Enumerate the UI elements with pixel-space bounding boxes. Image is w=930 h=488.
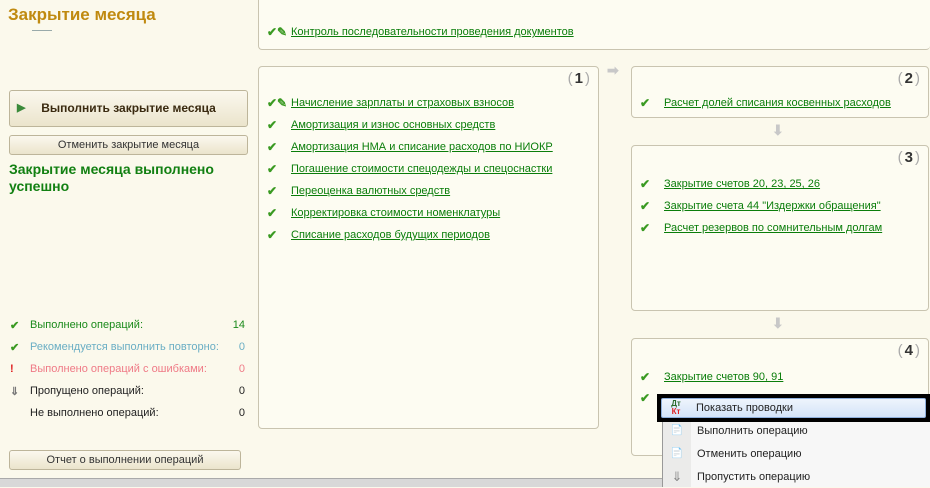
- menu-item-show-postings[interactable]: Дт Кт Показать проводки: [657, 394, 930, 422]
- report-button[interactable]: Отчет о выполнении операций: [9, 450, 241, 470]
- menu-item-run-operation[interactable]: 📄 Выполнить операцию: [663, 419, 930, 442]
- check-icon: ✔: [10, 342, 20, 354]
- menu-label: Пропустить операцию: [697, 470, 811, 483]
- menu-label: Выполнить операцию: [697, 424, 808, 437]
- operation-link[interactable]: Расчет долей списания косвенных расходов: [664, 97, 891, 109]
- check-icon: ✔: [267, 118, 278, 132]
- stat-label: Рекомендуется выполнить повторно:: [30, 341, 219, 353]
- check-edit-icon: ✔✎: [267, 96, 288, 110]
- divider: [32, 30, 52, 31]
- operation-link[interactable]: Закрытие счета 44 "Издержки обращения": [664, 200, 881, 212]
- play-icon: ▶: [17, 102, 26, 114]
- check-icon: ✔: [640, 370, 651, 384]
- cancel-operation-icon: 📄: [670, 448, 684, 459]
- menu-item-skip-operation[interactable]: ⇓ Пропустить операцию: [663, 465, 930, 488]
- menu-item-cancel-operation[interactable]: 📄 Отменить операцию: [663, 442, 930, 465]
- operation-link[interactable]: Амортизация НМА и списание расходов по Н…: [291, 141, 553, 153]
- stat-value: 14: [232, 319, 245, 331]
- stage-2-box: 2 ✔ Расчет долей списания косвенных расход…: [631, 66, 929, 118]
- stat-label: Пропущено операций:: [30, 385, 144, 397]
- stage-number: 2: [898, 70, 920, 87]
- stage-number: 1: [568, 70, 590, 87]
- check-icon: ✔: [267, 140, 278, 154]
- check-icon: ✔: [640, 221, 651, 235]
- stat-value: 0: [238, 363, 245, 375]
- check-icon: ✔: [267, 228, 278, 242]
- stat-value: 0: [238, 407, 245, 419]
- run-operation-icon: 📄: [670, 425, 684, 436]
- check-icon: ✔: [640, 391, 651, 405]
- operation-link[interactable]: Расчет резервов по сомнительным долгам: [664, 222, 882, 234]
- operation-link[interactable]: Переоценка валютных средств: [291, 185, 450, 197]
- cancel-close-month-button[interactable]: Отменить закрытие месяца: [9, 135, 248, 155]
- operation-link[interactable]: Закрытие счетов 20, 23, 25, 26: [664, 178, 820, 190]
- status-message: Закрытие месяца выполнено успешно: [9, 161, 214, 194]
- arrow-down-icon: ⇓: [10, 386, 20, 398]
- exclamation-icon: !: [10, 363, 14, 375]
- menu-label: Отменить операцию: [697, 447, 802, 460]
- horizontal-scrollbar[interactable]: [0, 478, 662, 487]
- stat-row: Не выполнено операций: 0: [10, 407, 245, 419]
- run-label: Выполнить закрытие месяца: [41, 101, 216, 115]
- operation-link[interactable]: Погашение стоимости спецодежды и спецосн…: [291, 163, 552, 175]
- arrow-down-icon: ⇓: [671, 468, 683, 484]
- page-title: Закрытие месяца: [8, 5, 156, 24]
- stage-1-box: 1 ✔✎Начисление зарплаты и страховых взно…: [258, 66, 599, 429]
- stat-label: Выполнено операций:: [30, 319, 144, 331]
- operation-link[interactable]: Корректировка стоимости номенклатуры: [291, 207, 500, 219]
- stat-row: ⇓ Пропущено операций: 0: [10, 385, 245, 398]
- arrow-down-icon: ⬇: [772, 122, 784, 138]
- stat-label: Не выполнено операций:: [30, 407, 159, 419]
- blank-icon: [10, 407, 30, 419]
- check-icon: ✔: [640, 177, 651, 191]
- check-icon: ✔: [10, 320, 20, 332]
- check-icon: ✔: [267, 206, 278, 220]
- operation-link[interactable]: Закрытие счетов 90, 91: [664, 371, 783, 383]
- check-icon: ✔: [267, 184, 278, 198]
- arrow-right-icon: ➡: [607, 62, 619, 78]
- operation-link[interactable]: Начисление зарплаты и страховых взносов: [291, 97, 514, 109]
- stat-value: 0: [238, 341, 245, 353]
- stage-number: 3: [898, 149, 920, 166]
- stat-label: Выполнено операций с ошибками:: [30, 363, 207, 375]
- stat-row: ✔ Выполнено операций: 14: [10, 319, 245, 332]
- top-operations-box: ✔✎ Контроль последовательности проведения…: [258, 0, 930, 50]
- check-edit-icon: ✔✎: [267, 25, 288, 39]
- arrow-down-icon: ⬇: [772, 315, 784, 331]
- menu-label: Показать проводки: [696, 402, 793, 414]
- operation-link[interactable]: Контроль последовательности проведения д…: [291, 26, 574, 38]
- stat-value: 0: [238, 385, 245, 397]
- operation-link[interactable]: Амортизация и износ основных средств: [291, 119, 495, 131]
- check-icon: ✔: [640, 199, 651, 213]
- stat-row: ! Выполнено операций с ошибками: 0: [10, 363, 245, 375]
- run-close-month-button[interactable]: ▶ Выполнить закрытие месяца: [9, 90, 248, 127]
- stage-number: 4: [898, 342, 920, 359]
- debit-credit-icon: Дт Кт: [671, 399, 681, 416]
- operation-link[interactable]: Списание расходов будущих периодов: [291, 229, 490, 241]
- check-icon: ✔: [640, 96, 651, 110]
- check-icon: ✔: [267, 162, 278, 176]
- stage-3-box: 3 ✔ Закрытие счетов 20, 23, 25, 26 ✔ Закрыти…: [631, 145, 929, 311]
- stat-row: ✔ Рекомендуется выполнить повторно: 0: [10, 341, 245, 354]
